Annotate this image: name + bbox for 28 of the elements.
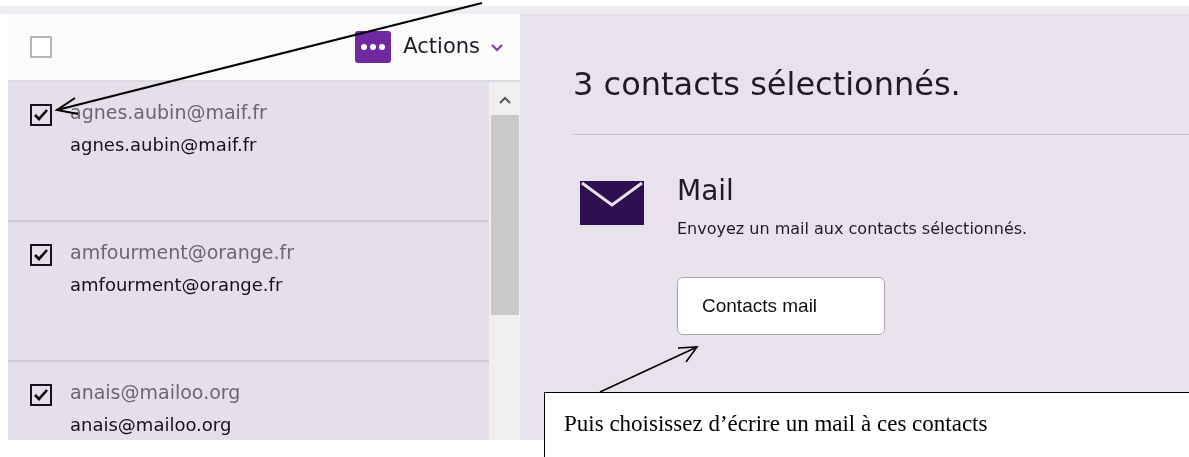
checkmark-icon xyxy=(33,388,49,402)
scroll-up-icon[interactable] xyxy=(497,96,512,105)
section-title: Mail xyxy=(677,173,735,209)
contact-name: agnes.aubin@maif.fr xyxy=(70,100,267,125)
checkbox[interactable] xyxy=(30,384,52,406)
selection-title: 3 contacts sélectionnés. xyxy=(573,64,962,104)
contact-item[interactable]: agnes.aubin@maif.fr agnes.aubin@maif.fr xyxy=(8,82,489,222)
checkmark-icon xyxy=(33,248,49,262)
actions-menu[interactable]: Actions xyxy=(403,31,504,63)
contacts-mail-button[interactable]: Contacts mail xyxy=(677,277,885,335)
section-description: Envoyez un mail aux contacts sélectionnés. xyxy=(677,218,1028,240)
scrollbar[interactable] xyxy=(489,82,520,440)
checkbox[interactable] xyxy=(30,36,52,58)
envelope-icon xyxy=(580,181,644,225)
scrollbar-thumb[interactable] xyxy=(490,115,519,315)
contact-item[interactable]: anais@mailoo.org anais@mailoo.org xyxy=(8,362,489,440)
contact-email: anais@mailoo.org xyxy=(70,412,233,437)
callout-box: Puis choisissez d’écrire un mail à ces contacts xyxy=(544,392,1189,457)
contact-name: anais@mailoo.org xyxy=(70,380,241,405)
checkmark-icon xyxy=(33,108,49,122)
contact-name: amfourment@orange.fr xyxy=(70,240,295,265)
contact-item[interactable]: amfourment@orange.fr amfourment@orange.fr xyxy=(8,222,489,362)
checkbox[interactable] xyxy=(30,104,52,126)
contact-email: agnes.aubin@maif.fr xyxy=(70,132,258,157)
contact-email: amfourment@orange.fr xyxy=(70,272,284,297)
more-icon[interactable] xyxy=(355,31,392,63)
checkbox[interactable] xyxy=(30,244,52,266)
caret-icon xyxy=(490,42,504,52)
